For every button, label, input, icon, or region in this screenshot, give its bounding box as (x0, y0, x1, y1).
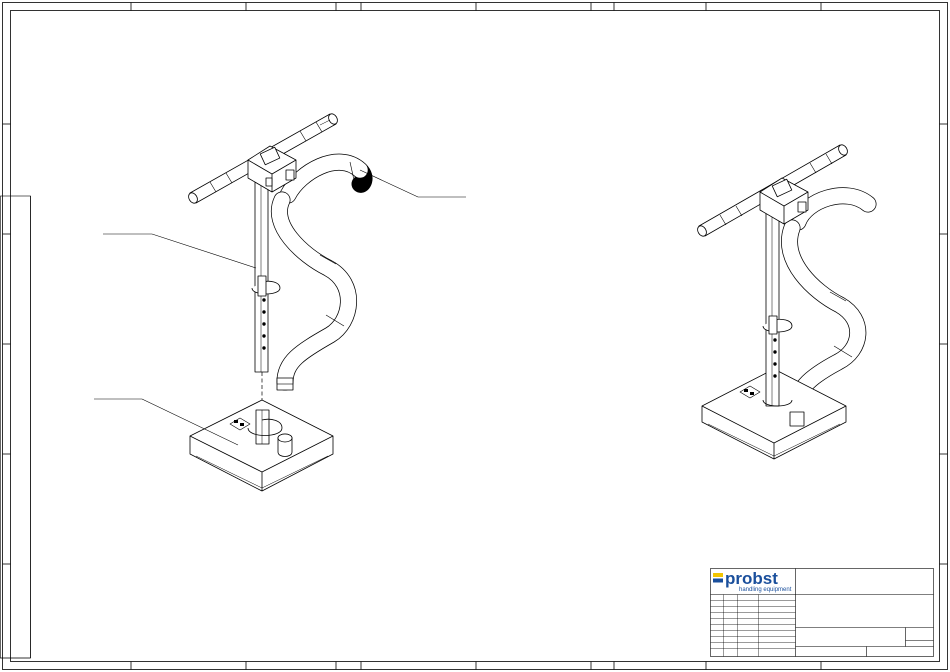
hose (271, 153, 373, 391)
zone-ticks-top (130, 2, 822, 11)
assembled-view (697, 144, 877, 460)
revision-table (710, 594, 796, 657)
assembled-hose (781, 187, 877, 419)
drawing-sheet: probst handling equipment (0, 2, 948, 670)
zone-ticks-left (2, 123, 11, 565)
brand-name: probst (725, 569, 778, 588)
probst-logo-icon: probst handling equipment (713, 569, 792, 593)
outer-frame (2, 2, 948, 670)
inner-frame (10, 10, 940, 662)
title-side-strip (0, 195, 31, 659)
zone-ticks-bottom (130, 661, 822, 670)
exploded-assembly-view (94, 113, 466, 492)
base-plate (189, 399, 334, 492)
brand-tagline: handling equipment (739, 587, 792, 593)
zone-ticks-right (939, 123, 948, 565)
